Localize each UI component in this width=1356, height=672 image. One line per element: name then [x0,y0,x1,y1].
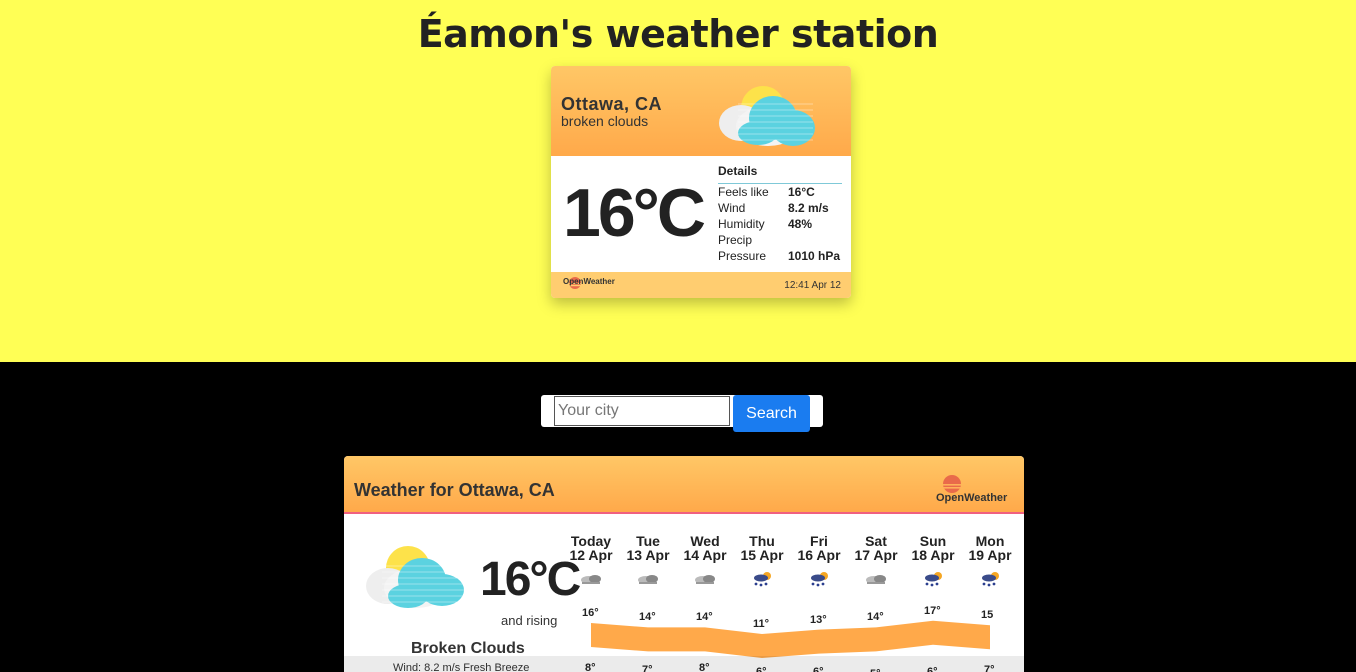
search-button[interactable]: Search [733,395,810,432]
details-title: Details [718,164,842,184]
widget-header: Ottawa, CA broken clouds [551,66,851,156]
detail-label: Pressure [718,249,767,263]
broken-clouds-icon [719,86,815,146]
detail-value: 16°C [788,185,815,199]
detail-value: 48% [788,217,813,231]
forecast-card: Weather for Ottawa, CA OpenWeather 16°C … [344,456,1024,672]
temperature-band-chart [344,620,1024,672]
detail-row: Feels like 16°C [718,184,842,200]
detail-row: Wind 8.2 m/s [718,200,842,216]
detail-value: 1010 hPa [788,249,841,263]
openweather-logo-text: OpenWeather [563,277,615,286]
detail-row: Pressure 1010 hPa [718,248,842,264]
detail-value: 8.2 m/s [788,201,829,215]
detail-label: Feels like [718,185,769,199]
bottom-shade [344,656,1024,672]
weather-widget: Ottawa, CA broken clouds 16°C Details Fe… [551,66,851,298]
header-section: Éamon's weather station Ottawa, CA broke… [0,0,1356,362]
widget-city: Ottawa, CA [561,94,663,114]
detail-label: Precip [718,233,753,247]
widget-temperature: 16°C [563,175,706,251]
city-search-input[interactable] [554,396,730,426]
widget-timestamp: 12:41 Apr 12 [784,280,841,291]
search-form: Search [541,395,823,432]
temperature-band [591,620,990,658]
detail-label: Humidity [718,217,765,231]
page-title: Éamon's weather station [417,12,939,56]
widget-description: broken clouds [561,113,649,129]
detail-label: Wind [718,201,746,215]
widget-details: Details Feels like 16°C Wind 8.2 m/s Hum… [718,164,842,264]
detail-row: Humidity 48% [718,216,842,232]
detail-row: Precip [718,232,842,248]
